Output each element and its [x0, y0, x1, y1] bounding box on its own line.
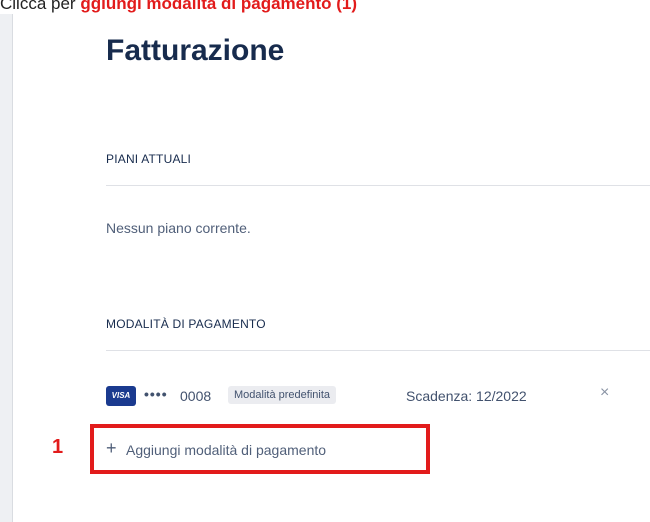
divider: [106, 185, 650, 186]
left-panel-edge: [0, 14, 13, 522]
plus-icon: +: [106, 438, 117, 458]
add-payment-method-button[interactable]: + Aggiungi modalità di pagamento: [90, 424, 430, 474]
no-plan-text: Nessun piano corrente.: [106, 220, 251, 236]
card-expiry: Scadenza: 12/2022: [406, 388, 527, 404]
divider: [106, 350, 650, 351]
card-last-four: 0008: [180, 388, 212, 404]
card-masked-digits: ••••: [144, 386, 168, 402]
add-payment-method-label: Aggiungi modalità di pagamento: [126, 442, 327, 458]
page: Clicca per ggiungi modalità di pagamento…: [0, 0, 650, 522]
payment-card-row: VISA •••• 0008 Modalità predefinita Scad…: [106, 384, 650, 408]
remove-card-close-icon[interactable]: ×: [600, 384, 609, 402]
instruction-prefix: Clicca per: [0, 0, 76, 13]
step-number-label: 1: [52, 436, 64, 458]
current-plans-heading: PIANI ATTUALI: [106, 152, 192, 166]
page-title: Fatturazione: [106, 34, 285, 67]
visa-logo-icon: VISA: [106, 386, 136, 406]
payment-methods-heading: MODALITÀ DI PAGAMENTO: [106, 317, 266, 331]
default-method-badge: Modalità predefinita: [228, 386, 337, 404]
